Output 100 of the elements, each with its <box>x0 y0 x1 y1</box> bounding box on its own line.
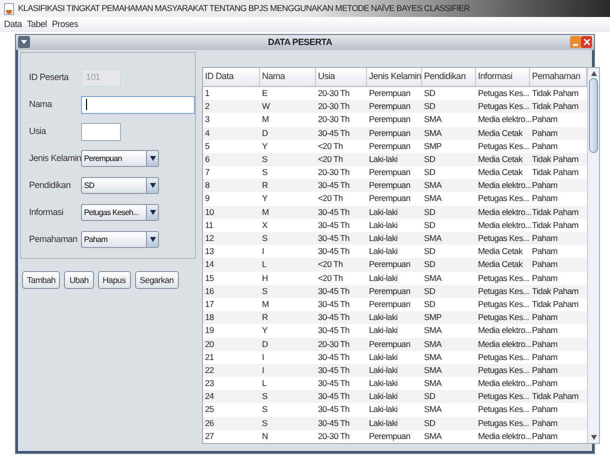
table-row[interactable]: 10 M 30-45 Th Laki-laki SD Media elektro...Tidak Paham <box>203 206 587 219</box>
table-cell-text: Laki-laki <box>368 403 398 416</box>
column-header[interactable]: Informasi <box>476 68 530 86</box>
table-cell-text: Perempuan <box>368 258 412 272</box>
action-button[interactable]: Segarkan <box>134 270 179 289</box>
table-row[interactable]: 23 L 30-45 Th Laki-laki SMA Media elektro...Paham <box>203 377 587 390</box>
table-row[interactable]: 21 I 30-45 Th Laki-laki SMA Petugas Kes... Paham <box>203 350 587 364</box>
table-cell-text: SMA <box>423 324 443 338</box>
table-cell-text: Laki-laki <box>368 364 398 377</box>
table-row[interactable]: 20 D 20-30 Th Perempuan SMA Media elektro...Paham <box>203 338 587 351</box>
column-header[interactable]: Jenis Kelamin <box>367 68 422 86</box>
table-cell-text: <20 Th <box>317 258 344 272</box>
table-cell-text: N <box>261 430 269 443</box>
table-row[interactable]: 4 D 30-45 Th Perempuan SMA Media Cetak Paham <box>203 126 587 140</box>
table-cell-text: Petugas Kes... <box>477 284 530 298</box>
scroll-thumb[interactable] <box>589 78 598 153</box>
table-cell-text: Media Cetak <box>477 258 524 272</box>
table-cell-text: Perempuan <box>368 338 412 351</box>
table-cell-text: Petugas Kes... <box>477 86 530 100</box>
minimize-icon[interactable] <box>570 36 581 48</box>
table-cell-text: Media elektro... <box>477 430 530 443</box>
table-row[interactable]: 18 R 30-45 Th Laki-laki SMP Petugas Kes... Paham <box>203 311 587 324</box>
table-cell-text: Perempuan <box>368 140 412 153</box>
table-row[interactable]: 2 W 20-30 Th Perempuan SD Petugas Kes... Tidak Paham <box>203 100 587 114</box>
table-cell-text: Petugas Kes... <box>477 350 530 364</box>
table-cell-text: Laki-laki <box>368 390 398 404</box>
table-row[interactable]: 15 H <20 Th Laki-laki SMA Petugas Kes... Paham <box>203 272 587 285</box>
table-row[interactable]: 24 S 30-45 Th Laki-laki SD Petugas Kes... Tidak Paham <box>203 390 587 404</box>
table-cell-text: 30-45 Th <box>317 218 350 232</box>
table-row[interactable]: 16 S 30-45 Th Perempuan SD Petugas Kes... Tidak Paham <box>203 284 587 298</box>
table-cell-text: SD <box>423 166 436 180</box>
table-cell-text: SMA <box>423 272 443 285</box>
table-cell-text: 24 <box>204 390 215 404</box>
column-header[interactable]: ID Data <box>203 68 260 86</box>
table-cell-text: Perempuan <box>368 100 412 114</box>
table-row[interactable]: 8 R 30-45 Th Perempuan SMA Media elektro...Paham <box>203 179 587 192</box>
table-cell-text: SD <box>423 390 436 404</box>
menu-item[interactable]: Data <box>4 18 22 32</box>
frame-menu-icon[interactable] <box>18 36 30 48</box>
close-icon[interactable] <box>581 36 592 48</box>
table-cell-text: 12 <box>204 232 215 245</box>
table-cell-text: SMA <box>423 232 443 245</box>
table-cell-text: 26 <box>204 416 215 430</box>
dropdown[interactable]: SD <box>81 177 159 194</box>
table-row[interactable]: 6 S <20 Th Laki-laki SD Media Cetak Tidak Paham <box>203 152 587 166</box>
table-cell-text: M <box>261 298 270 311</box>
table-row[interactable]: 22 I 30-45 Th Laki-laki SMA Petugas Kes... Paham <box>203 364 587 378</box>
table-cell-text: <20 Th <box>317 272 344 285</box>
column-header[interactable]: Pendidikan <box>422 68 476 86</box>
table-cell-text: 15 <box>204 272 215 285</box>
table-cell-text: Paham <box>531 350 558 364</box>
column-header[interactable]: Nama <box>260 68 316 86</box>
table-row[interactable]: 13 I 30-45 Th Laki-laki SD Media Cetak Paham <box>203 245 587 258</box>
table-cell-text: Petugas Kes... <box>477 272 530 285</box>
table-row[interactable]: 26 S 30-45 Th Laki-laki SD Petugas Kes... Paham <box>203 416 587 430</box>
table-cell-text: Media elektro... <box>477 113 530 126</box>
table-cell-text: 30-45 Th <box>317 324 350 338</box>
action-button[interactable]: Hapus <box>98 270 131 289</box>
table-cell-text: Laki-laki <box>368 311 398 324</box>
table-row[interactable]: 7 S 20-30 Th Perempuan SD Media Cetak Tidak Paham <box>203 166 587 180</box>
table-cell-text: SD <box>423 86 436 100</box>
field-label: Pemahaman <box>29 233 78 246</box>
input-field[interactable] <box>81 96 195 114</box>
table-cell-text: Perempuan <box>368 284 412 298</box>
table-row[interactable]: 14 L <20 Th Perempuan SD Media Cetak Paham <box>203 258 587 272</box>
table-cell-text: 20-30 Th <box>317 430 350 443</box>
action-button[interactable]: Ubah <box>64 270 94 289</box>
table-cell-text: Laki-laki <box>368 272 398 285</box>
table-cell-text: 30-45 Th <box>317 403 350 416</box>
table-cell-text: Perempuan <box>368 86 412 100</box>
table-cell-text: Laki-laki <box>368 245 398 258</box>
dropdown[interactable]: Paham <box>81 231 159 248</box>
table-row[interactable]: 12 S 30-45 Th Laki-laki SMA Petugas Kes... Paham <box>203 232 587 246</box>
dropdown[interactable]: Perempuan <box>81 150 159 168</box>
table-cell-text: Petugas Kes... <box>477 311 530 324</box>
menu-item[interactable]: Tabel <box>26 18 47 32</box>
input-field[interactable] <box>81 122 121 141</box>
table-cell-text: 9 <box>204 192 210 206</box>
menu-item[interactable]: Proses <box>52 18 78 32</box>
dropdown[interactable]: Petugas Keseh... <box>81 204 159 222</box>
table-cell-text: Paham <box>531 416 558 430</box>
table-cell-text: Petugas Kes... <box>477 232 530 245</box>
table-cell-text: Paham <box>531 324 558 338</box>
table-cell-text: Laki-laki <box>368 232 398 245</box>
table-row[interactable]: 5 Y <20 Th Perempuan SMP Petugas Kes... Paham <box>203 140 587 153</box>
table-cell-text: Paham <box>531 338 558 350</box>
column-header[interactable]: Usia <box>316 68 367 86</box>
table-cell-text: Y <box>261 324 268 338</box>
table-cell-text: M <box>261 206 270 219</box>
table-cell-text: 30-45 Th <box>317 179 350 192</box>
table-cell-text: Petugas Kes... <box>477 416 530 430</box>
table-cell-text: Petugas Kes... <box>477 390 530 404</box>
table-cell-text: M <box>261 113 270 126</box>
table-cell-text: Tidak Paham <box>531 166 580 180</box>
table-cell-text: 7 <box>204 166 210 180</box>
table-cell-text: Media Cetak <box>477 126 524 140</box>
table-cell-text: SMA <box>423 364 443 377</box>
action-button[interactable]: Tambah <box>22 270 60 289</box>
scrollbar[interactable] <box>587 68 599 443</box>
field-label: Usia <box>29 125 48 138</box>
